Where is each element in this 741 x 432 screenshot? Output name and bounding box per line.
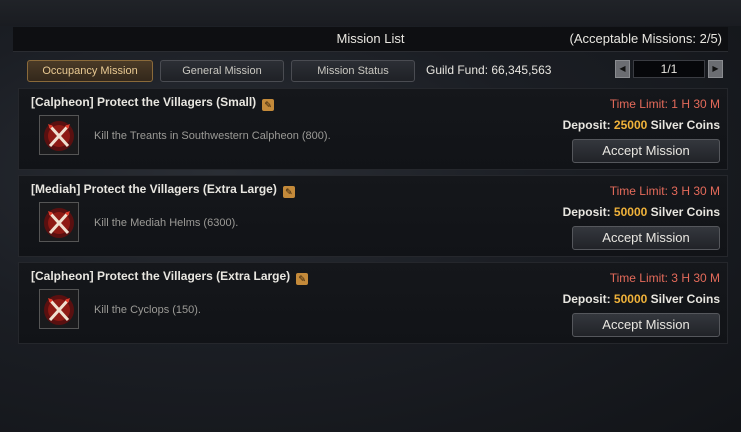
crossed-swords-emblem-icon — [39, 289, 79, 329]
acceptable-missions-count: (Acceptable Missions: 2/5) — [569, 31, 722, 46]
deposit-amount: 25000 — [613, 118, 648, 132]
deposit-label: Deposit: — [562, 118, 611, 132]
deposit-label: Deposit: — [562, 205, 611, 219]
deposit-unit: Silver Coins — [650, 292, 720, 306]
deposit-row: Deposit: 50000 Silver Coins — [563, 205, 720, 219]
mission-list-header: Mission List (Acceptable Missions: 2/5) — [13, 27, 728, 52]
deposit-row: Deposit: 50000 Silver Coins — [563, 292, 720, 306]
mission-description: Kill the Treants in Southwestern Calpheo… — [94, 130, 331, 142]
deposit-amount: 50000 — [613, 292, 648, 306]
time-limit: Time Limit: 3 H 30 M — [609, 184, 720, 198]
mission-title: [Calpheon] Protect the Villagers (Small) — [31, 95, 257, 109]
tab-bar: Occupancy Mission General Mission Missio… — [13, 58, 728, 84]
mission-title-row: [Calpheon] Protect the Villagers (Extra … — [31, 269, 309, 285]
tab-mission-status[interactable]: Mission Status — [291, 60, 415, 82]
deposit-amount: 50000 — [613, 205, 648, 219]
deposit-row: Deposit: 25000 Silver Coins — [563, 118, 720, 132]
page-indicator: 1/1 — [633, 60, 705, 78]
pager: ◀ 1/1 ▶ — [615, 60, 723, 78]
accept-mission-button[interactable]: Accept Mission — [572, 313, 720, 337]
time-limit: Time Limit: 3 H 30 M — [609, 271, 720, 285]
accept-mission-button[interactable]: Accept Mission — [572, 139, 720, 163]
guild-fund: Guild Fund: 66,345,563 — [426, 63, 552, 77]
deposit-unit: Silver Coins — [650, 205, 720, 219]
tab-occupancy-mission[interactable]: Occupancy Mission — [27, 60, 153, 82]
top-strip — [0, 0, 741, 26]
edit-icon[interactable]: ✎ — [296, 273, 309, 285]
deposit-label: Deposit: — [562, 292, 611, 306]
deposit-unit: Silver Coins — [650, 118, 720, 132]
edit-icon[interactable]: ✎ — [262, 99, 275, 111]
tab-general-mission[interactable]: General Mission — [160, 60, 284, 82]
time-limit: Time Limit: 1 H 30 M — [609, 97, 720, 111]
mission-card: [Mediah] Protect the Villagers (Extra La… — [18, 175, 728, 257]
accept-mission-button[interactable]: Accept Mission — [572, 226, 720, 250]
mission-title: [Mediah] Protect the Villagers (Extra La… — [31, 182, 277, 196]
mission-title-row: [Mediah] Protect the Villagers (Extra La… — [31, 182, 295, 198]
crossed-swords-emblem-icon — [39, 202, 79, 242]
mission-description: Kill the Mediah Helms (6300). — [94, 217, 239, 229]
mission-title-row: [Calpheon] Protect the Villagers (Small)… — [31, 95, 275, 111]
arrow-left-icon[interactable]: ◀ — [615, 60, 630, 78]
mission-card: [Calpheon] Protect the Villagers (Small)… — [18, 88, 728, 170]
mission-title: [Calpheon] Protect the Villagers (Extra … — [31, 269, 291, 283]
mission-card: [Calpheon] Protect the Villagers (Extra … — [18, 262, 728, 344]
mission-description: Kill the Cyclops (150). — [94, 304, 201, 316]
arrow-right-icon[interactable]: ▶ — [708, 60, 723, 78]
edit-icon[interactable]: ✎ — [282, 186, 295, 198]
crossed-swords-emblem-icon — [39, 115, 79, 155]
